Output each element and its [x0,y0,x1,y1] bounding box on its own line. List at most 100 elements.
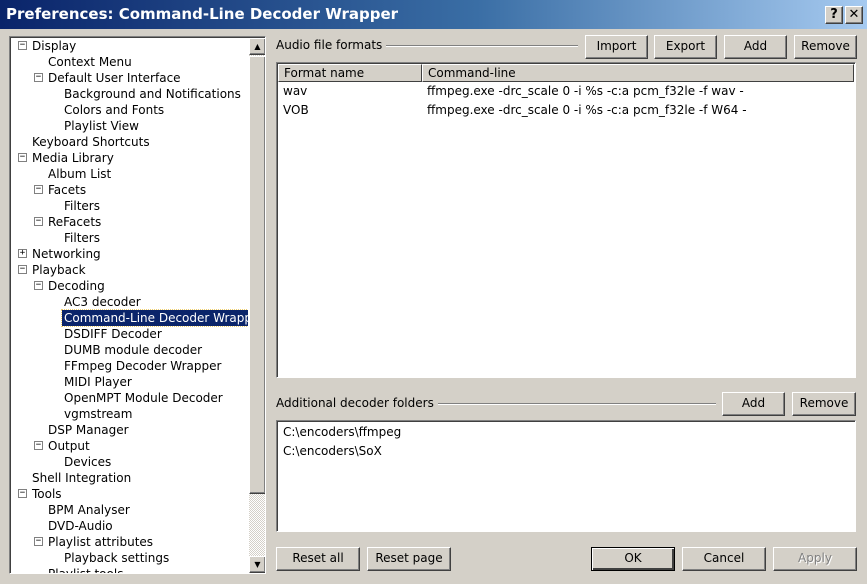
tree-item[interactable]: − Output [10,438,248,454]
tree-item[interactable]: − Media Library [10,150,248,166]
tree-item[interactable]: Background and Notifications [10,86,248,102]
reset-page-button[interactable]: Reset page [367,547,451,571]
arrow-down-icon: ▼ [254,560,261,569]
tree-item-label: Filters [64,231,100,245]
tree-item[interactable]: − Playback [10,262,248,278]
apply-button[interactable]: Apply [773,547,857,571]
expand-icon[interactable]: + [18,249,27,258]
tree-item[interactable]: − Facets [10,182,248,198]
list-item[interactable]: C:\encoders\ffmpeg [278,423,854,442]
tree-item[interactable]: Filters [10,198,248,214]
tree-item-label: Context Menu [48,55,132,69]
close-button[interactable]: ✕ [845,6,863,24]
tree-item[interactable]: vgmstream [10,406,248,422]
tree-item-label: Devices [64,455,112,469]
tree-item-label: BPM Analyser [48,503,130,517]
tree-item[interactable]: FFmpeg Decoder Wrapper [10,358,248,374]
scroll-up-button[interactable]: ▲ [249,38,265,55]
tree-item-label: Playlist View [64,119,139,133]
list-item[interactable]: C:\encoders\SoX [278,442,854,461]
tree-item[interactable]: Context Menu [10,54,248,70]
collapse-icon[interactable]: − [18,153,27,162]
collapse-icon[interactable]: − [34,217,43,226]
tree-item-label: Background and Notifications [64,87,241,101]
tree-item-label: DUMB module decoder [64,343,203,357]
tree-list[interactable]: − Display Context Menu − Default User Interf… [10,37,248,573]
tree-scrollbar[interactable]: ▲ ▼ [249,38,265,573]
reset-all-button[interactable]: Reset all [276,547,360,571]
tree-item-label: Decoding [48,279,105,293]
tree-item[interactable]: Keyboard Shortcuts [10,134,248,150]
tree-item-label: OpenMPT Module Decoder [64,391,223,405]
tree-item[interactable]: − Display [10,38,248,54]
preferences-tree[interactable]: − Display Context Menu − Default User Interf… [9,36,266,574]
tree-item-label: vgmstream [64,407,133,421]
tree-item[interactable]: Shell Integration [10,470,248,486]
tree-item-label: ReFacets [48,215,102,229]
collapse-icon[interactable]: − [34,185,43,194]
remove-folder-button[interactable]: Remove [792,392,856,416]
export-button[interactable]: Export [654,35,717,59]
table-row[interactable]: VOB ffmpeg.exe -drc_scale 0 -i %s -c:a p… [278,101,854,120]
tree-item-label: FFmpeg Decoder Wrapper [64,359,222,373]
column-header-command-line[interactable]: Command-line [422,64,854,82]
tree-item[interactable]: − Playlist attributes [10,534,248,550]
column-header-format-name[interactable]: Format name [278,64,422,82]
tree-item[interactable]: Playback settings [10,550,248,566]
tree-item[interactable]: AC3 decoder [10,294,248,310]
scroll-thumb[interactable] [249,56,265,494]
collapse-icon[interactable]: − [34,537,43,546]
add-folder-button[interactable]: Add [722,392,785,416]
tree-item[interactable]: MIDI Player [10,374,248,390]
tree-item[interactable]: Playlist View [10,118,248,134]
tree-item[interactable]: Album List [10,166,248,182]
tree-item[interactable]: DVD-Audio [10,518,248,534]
tree-item[interactable]: Playlist tools [10,566,248,573]
ok-button[interactable]: OK [591,547,675,571]
tree-item-label: Default User Interface [48,71,181,85]
collapse-icon[interactable]: − [34,441,43,450]
tree-item-label: DSDIFF Decoder [64,327,162,341]
folders-group-divider [418,403,716,405]
format-name-cell: VOB [283,103,309,117]
tree-item-label: Playback settings [64,551,170,565]
tree-item-label: Shell Integration [32,471,132,485]
tree-item[interactable]: DSDIFF Decoder [10,326,248,342]
collapse-icon[interactable]: − [18,41,27,50]
remove-format-button[interactable]: Remove [794,35,857,59]
tree-item[interactable]: − Tools [10,486,248,502]
tree-item[interactable]: Command-Line Decoder Wrapper [10,309,248,327]
tree-item-label: Playback [32,263,86,277]
table-row[interactable]: wav ffmpeg.exe -drc_scale 0 -i %s -c:a p… [278,82,854,101]
title-bar[interactable]: Preferences: Command-Line Decoder Wrappe… [0,0,867,30]
collapse-icon[interactable]: − [34,73,43,82]
tree-item[interactable]: − Default User Interface [10,70,248,86]
collapse-icon[interactable]: − [18,489,27,498]
tree-item[interactable]: Filters [10,230,248,246]
tree-item-label: Album List [48,167,112,181]
folders-list[interactable]: C:\encoders\ffmpeg C:\encoders\SoX [276,420,856,532]
tree-item[interactable]: DSP Manager [10,422,248,438]
tree-item[interactable]: DUMB module decoder [10,342,248,358]
tree-item[interactable]: BPM Analyser [10,502,248,518]
import-button[interactable]: Import [585,35,648,59]
folder-path: C:\encoders\SoX [283,444,382,458]
formats-list[interactable]: Format name Command-line wav ffmpeg.exe … [276,62,856,378]
tree-item[interactable]: Devices [10,454,248,470]
format-name-cell: wav [283,84,308,98]
scroll-down-button[interactable]: ▼ [249,556,265,573]
help-button[interactable]: ? [825,6,843,24]
collapse-icon[interactable]: − [34,281,43,290]
command-line-cell: ffmpeg.exe -drc_scale 0 -i %s -c:a pcm_f… [427,103,747,117]
cancel-button[interactable]: Cancel [682,547,766,571]
collapse-icon[interactable]: − [18,265,27,274]
tree-item-label: Media Library [32,151,114,165]
folder-path: C:\encoders\ffmpeg [283,425,402,439]
tree-item[interactable]: − Decoding [10,278,248,294]
tree-item[interactable]: + Networking [10,246,248,262]
formats-group-label: Audio file formats [276,38,387,52]
tree-item[interactable]: Colors and Fonts [10,102,248,118]
tree-item[interactable]: OpenMPT Module Decoder [10,390,248,406]
add-format-button[interactable]: Add [724,35,787,59]
tree-item[interactable]: − ReFacets [10,214,248,230]
